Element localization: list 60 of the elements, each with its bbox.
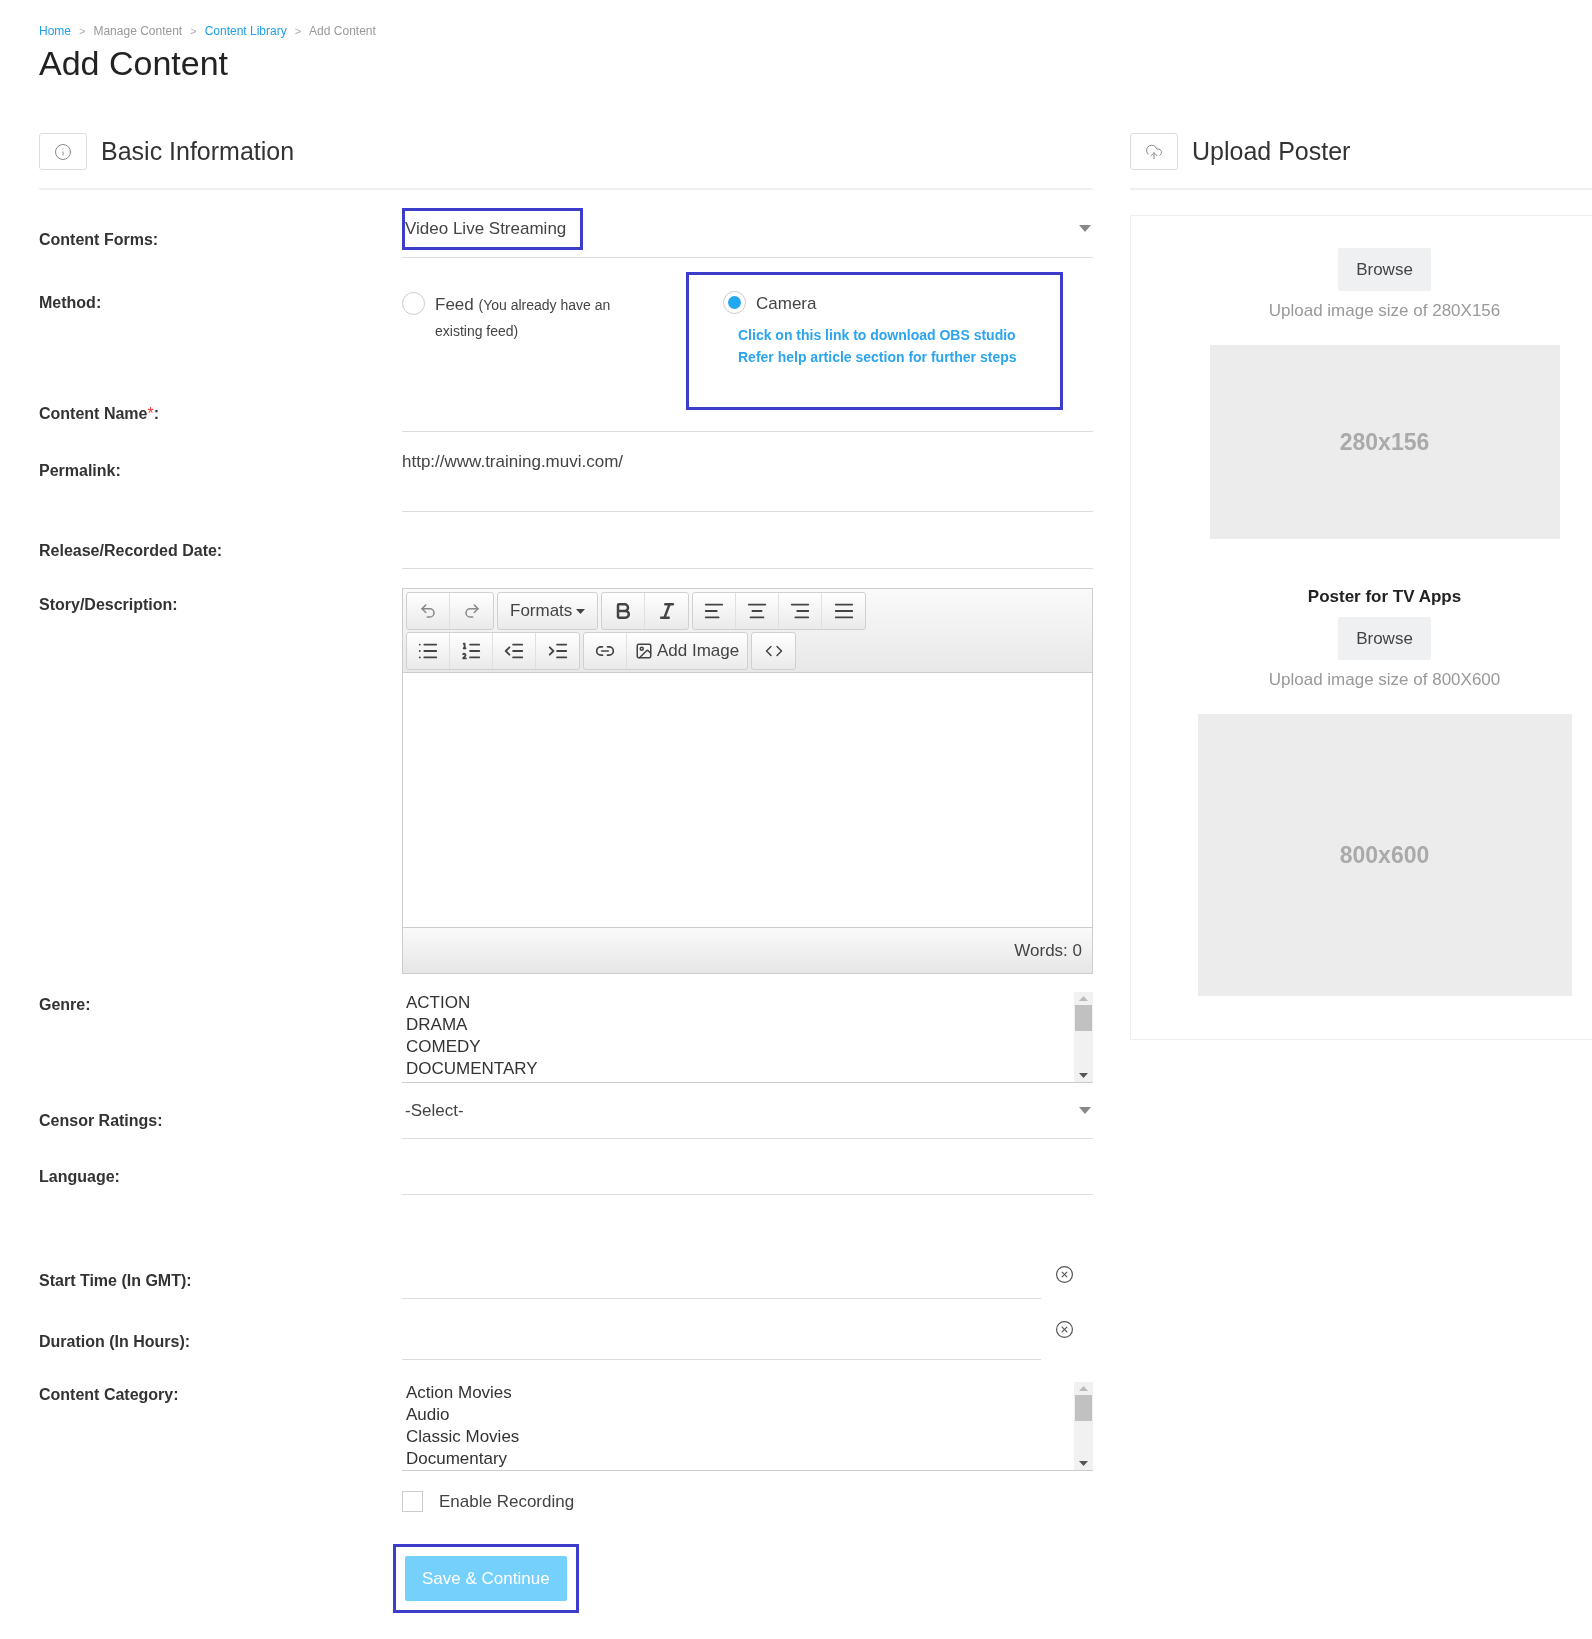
image-icon	[635, 642, 653, 660]
word-count: Words: 0	[1014, 940, 1082, 961]
scrollbar-thumb[interactable]	[1075, 1005, 1092, 1031]
field-value: http://www.training.muvi.com/	[402, 452, 624, 472]
clear-icon[interactable]	[1055, 1264, 1074, 1284]
select-field[interactable]: -Select-	[402, 1083, 1093, 1139]
dropdown-caret-icon[interactable]	[1079, 1107, 1091, 1114]
breadcrumb-separator: >	[294, 25, 302, 37]
field-label: Censor Ratings:	[39, 1112, 164, 1131]
poster-preview: 800x600	[1197, 714, 1572, 996]
rich-text-editor[interactable]: Formats Add Image Words: 0	[402, 588, 1093, 974]
select-field[interactable]: Video Live Streaming	[402, 200, 1093, 258]
browse-button[interactable]: Browse	[1338, 617, 1431, 660]
clear-icon[interactable]	[1055, 1320, 1074, 1339]
field-label: Method:	[39, 293, 103, 312]
scrollbar-thumb[interactable]	[1075, 1395, 1092, 1421]
list-option[interactable]: COMEDY	[406, 1036, 538, 1058]
list-option[interactable]: Classic Movies	[406, 1426, 520, 1448]
section-title: Basic Information	[101, 137, 295, 166]
selected-value: Video Live Streaming	[402, 207, 584, 250]
cloud-upload-icon	[1130, 133, 1178, 170]
multi-select-list[interactable]: ACTION DRAMA COMEDY DOCUMENTARY	[402, 992, 1093, 1083]
field-label: Story/Description:	[39, 595, 179, 614]
poster-heading: Poster for TV Apps	[1307, 587, 1462, 607]
scroll-down-icon[interactable]	[1079, 1461, 1088, 1466]
text-field[interactable]: http://www.training.muvi.com/	[402, 432, 1093, 512]
info-icon	[39, 133, 87, 170]
upload-hint: Upload image size of 280X156	[1268, 301, 1501, 321]
caret-icon	[576, 608, 586, 614]
list-option[interactable]: Audio	[406, 1404, 520, 1426]
dropdown-caret-icon[interactable]	[1079, 225, 1091, 232]
multi-select-list[interactable]: Action Movies Audio Classic Movies Documentary	[402, 1382, 1093, 1471]
formats-dropdown[interactable]: Formats	[498, 593, 598, 629]
radio-label[interactable]: Feed (You already have an existing feed)	[435, 292, 625, 344]
list-option[interactable]: ACTION	[406, 992, 538, 1014]
field-label: Language:	[39, 1168, 121, 1187]
upload-hint: Upload image size of 800X600	[1268, 670, 1501, 690]
scroll-down-icon[interactable]	[1079, 1073, 1088, 1078]
browse-button[interactable]: Browse	[1338, 248, 1431, 291]
field-label: Genre:	[39, 995, 92, 1014]
breadcrumb-separator: >	[79, 25, 86, 37]
list-option[interactable]: Action Movies	[406, 1382, 520, 1404]
field-label: Content Name*:	[39, 405, 160, 424]
field-label: Content Forms:	[39, 231, 160, 250]
section-title: Upload Poster	[1192, 137, 1351, 166]
list-option[interactable]: DRAMA	[406, 1014, 538, 1036]
checkbox-label[interactable]: Enable Recording	[439, 1491, 575, 1512]
checkbox[interactable]	[402, 1491, 423, 1512]
field-label: Content Category:	[39, 1385, 180, 1404]
field-label: Start Time (In GMT):	[39, 1272, 193, 1291]
poster-preview: 280x156	[1209, 345, 1560, 539]
field-label: Permalink:	[39, 461, 122, 480]
field-label: Release/Recorded Date:	[39, 542, 224, 561]
list-option[interactable]: Documentary	[406, 1448, 520, 1470]
selected-value: -Select-	[404, 1099, 465, 1122]
field-label: Duration (In Hours):	[39, 1333, 192, 1352]
radio-label[interactable]: Camera	[756, 291, 946, 317]
list-option[interactable]: DOCUMENTARY	[406, 1058, 538, 1080]
breadcrumb-separator: >	[190, 25, 197, 37]
page-title: Add Content	[39, 44, 230, 83]
